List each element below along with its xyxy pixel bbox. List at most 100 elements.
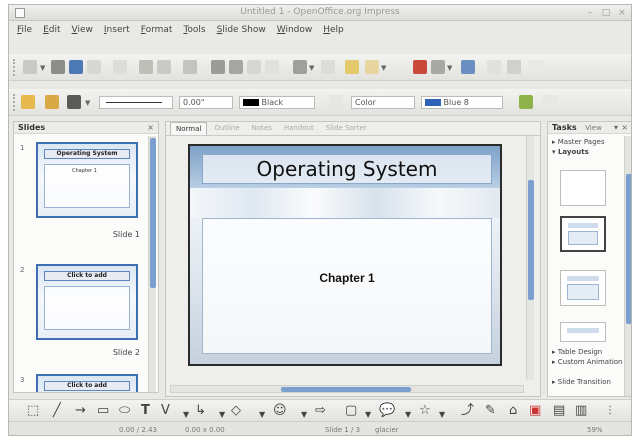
redo-icon[interactable]	[321, 60, 335, 74]
rectangle-icon[interactable]: ▭	[97, 403, 109, 419]
chevron-down-icon[interactable]: ▾	[614, 122, 618, 134]
area-style-select[interactable]: Color	[351, 96, 415, 109]
symbol-shapes-icon[interactable]: ☺	[273, 403, 287, 419]
toolbar-grip[interactable]	[13, 59, 16, 76]
task-table-design[interactable]: ▸ Table Design	[552, 348, 602, 356]
gallery-icon[interactable]: ▤	[553, 403, 565, 419]
tab-normal[interactable]: Normal	[170, 122, 208, 135]
flowchart-icon[interactable]: ▢	[345, 403, 357, 419]
slide-content-box[interactable]: Chapter 1	[202, 218, 492, 354]
editor-horizontal-scrollbar[interactable]	[170, 385, 524, 393]
extrusion-icon[interactable]: ▥	[575, 403, 587, 419]
curve-icon[interactable]: V	[161, 403, 170, 419]
stars-icon[interactable]: ☆	[419, 403, 431, 419]
chevron-down-icon[interactable]: ▼	[447, 64, 452, 72]
close-icon[interactable]: ×	[147, 123, 154, 132]
menu-file[interactable]: File	[17, 25, 32, 35]
toolbar-options-icon[interactable]: ⋮	[605, 403, 615, 419]
chevron-down-icon[interactable]: ▼	[381, 64, 386, 72]
task-slide-transition[interactable]: ▸ Slide Transition	[552, 378, 611, 386]
area-style-icon[interactable]	[329, 95, 343, 109]
layout-title-content-2[interactable]	[560, 270, 606, 306]
line-width-field[interactable]: 0.00"	[179, 96, 233, 109]
task-master-pages[interactable]: ▸ Master Pages	[552, 138, 604, 146]
menu-slide-show[interactable]: Slide Show	[217, 25, 266, 35]
menu-tools[interactable]: Tools	[183, 25, 205, 35]
close-icon[interactable]: ×	[621, 122, 628, 134]
connector-icon[interactable]: ↳	[195, 403, 206, 419]
task-custom-animation[interactable]: ▸ Custom Animation	[552, 358, 622, 366]
paste-icon[interactable]	[247, 60, 261, 74]
copy-icon[interactable]	[229, 60, 243, 74]
tab-outline[interactable]: Outline	[209, 122, 244, 135]
arrow-style-icon[interactable]	[67, 95, 81, 109]
styles-icon[interactable]	[21, 95, 35, 109]
minimize-icon[interactable]: –	[585, 8, 595, 18]
line-color-select[interactable]: Black	[239, 96, 315, 109]
print-icon[interactable]	[157, 60, 171, 74]
line-tool-icon[interactable]: ╱	[53, 403, 61, 419]
scrollbar-thumb[interactable]	[150, 138, 156, 288]
menu-window[interactable]: Window	[277, 25, 313, 35]
slide-thumbnail-3[interactable]: Click to add	[36, 374, 138, 392]
navigator-icon[interactable]	[487, 60, 501, 74]
menu-edit[interactable]: Edit	[43, 25, 60, 35]
scrollbar-thumb[interactable]	[626, 174, 631, 324]
layout-title-content[interactable]	[560, 216, 606, 252]
task-layouts[interactable]: ▾ Layouts	[552, 148, 589, 156]
line-icon[interactable]	[45, 95, 59, 109]
slide-thumbnail-1[interactable]: Operating System Chapter 1	[36, 142, 138, 218]
help-icon[interactable]	[529, 60, 543, 74]
chevron-down-icon[interactable]: ▼	[40, 64, 45, 72]
new-document-icon[interactable]	[23, 60, 37, 74]
view-menu[interactable]: View	[585, 124, 602, 132]
display-grid-icon[interactable]	[431, 60, 445, 74]
tasks-scrollbar[interactable]	[624, 136, 631, 396]
glue-points-icon[interactable]: ✎	[485, 403, 496, 419]
block-arrows-icon[interactable]: ⇨	[315, 403, 326, 419]
spellcheck-icon[interactable]	[183, 60, 197, 74]
zoom-icon[interactable]	[507, 60, 521, 74]
shadow-icon[interactable]	[519, 95, 533, 109]
slide-title[interactable]: Operating System	[202, 154, 492, 184]
callouts-icon[interactable]: 💬	[379, 403, 395, 419]
open-folder-icon[interactable]	[51, 60, 65, 74]
fontwork-icon[interactable]: ⌂	[509, 403, 517, 419]
slide-show-icon[interactable]	[461, 60, 475, 74]
export-pdf-icon[interactable]	[139, 60, 153, 74]
from-file-icon[interactable]: ▣	[529, 403, 541, 419]
menu-format[interactable]: Format	[141, 25, 173, 35]
scrollbar-thumb[interactable]	[281, 387, 411, 392]
clone-format-icon[interactable]	[265, 60, 279, 74]
layout-blank[interactable]	[560, 170, 606, 206]
tab-slide-sorter[interactable]: Slide Sorter	[321, 122, 372, 135]
menu-view[interactable]: View	[72, 25, 93, 35]
points-icon[interactable]: ⤴	[461, 403, 474, 419]
scrollbar-thumb[interactable]	[528, 180, 534, 300]
line-arrow-icon[interactable]: →	[75, 403, 86, 419]
close-icon[interactable]: ×	[617, 8, 627, 18]
chevron-down-icon[interactable]: ▼	[309, 64, 314, 72]
email-icon[interactable]	[87, 60, 101, 74]
save-icon[interactable]	[69, 60, 83, 74]
line-style-select[interactable]	[99, 96, 173, 109]
tab-handout[interactable]: Handout	[279, 122, 319, 135]
chevron-down-icon[interactable]: ▼	[85, 99, 90, 107]
chart-icon[interactable]	[345, 60, 359, 74]
insert-table-icon[interactable]	[365, 60, 379, 74]
menu-insert[interactable]: Insert	[104, 25, 130, 35]
fill-color-select[interactable]: Blue 8	[421, 96, 503, 109]
select-arrow-icon[interactable]: ⬚	[27, 403, 39, 419]
edit-file-icon[interactable]	[113, 60, 127, 74]
ellipse-icon[interactable]: ⬭	[119, 403, 130, 419]
zoom-level[interactable]: 59%	[587, 426, 603, 434]
undo-icon[interactable]	[293, 60, 307, 74]
slide-canvas[interactable]: Operating System Chapter 1	[188, 144, 502, 366]
maximize-icon[interactable]: □	[601, 8, 611, 18]
layout-title-2content[interactable]	[560, 322, 606, 342]
slide-thumbnail-2[interactable]: Click to add	[36, 264, 138, 340]
editor-vertical-scrollbar[interactable]	[526, 136, 534, 380]
slides-scrollbar[interactable]	[148, 136, 156, 392]
toolbar-grip[interactable]	[13, 94, 16, 111]
toolbar-options-icon[interactable]	[543, 95, 557, 109]
